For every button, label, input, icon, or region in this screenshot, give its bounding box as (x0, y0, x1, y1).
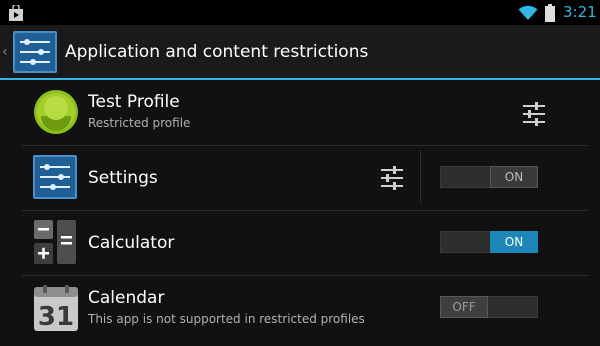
toggle-knob: ON (490, 166, 538, 188)
toggle-knob: ON (490, 231, 538, 253)
app-subtitle: This app is not supported in restricted … (88, 312, 365, 326)
profile-subtitle: Restricted profile (88, 116, 191, 130)
toggle-knob: OFF (440, 296, 488, 318)
toggle-calendar: OFF (440, 296, 538, 318)
clock: 3:21 (563, 3, 597, 21)
android-avatar-icon (34, 90, 78, 134)
action-bar-underline (0, 78, 600, 80)
play-store-icon (9, 5, 23, 21)
profile-settings-sliders-icon[interactable] (520, 100, 548, 128)
toggle-settings[interactable]: ON (440, 166, 538, 188)
calculator-app-icon (34, 220, 76, 264)
status-bar: 3:21 (0, 0, 600, 25)
app-name: Calendar (88, 288, 165, 308)
battery-icon (545, 4, 555, 22)
app-settings-sliders-icon[interactable] (378, 164, 406, 192)
app-name: Calculator (88, 233, 175, 253)
up-navigation-caret[interactable]: ‹ (2, 44, 8, 60)
settings-app-icon (33, 155, 77, 199)
wifi-icon (518, 5, 538, 20)
restrictions-sliders-icon[interactable] (13, 31, 57, 73)
profile-name: Test Profile (88, 92, 180, 112)
calendar-app-icon: 31 (34, 285, 78, 331)
calendar-day-number: 31 (38, 302, 74, 331)
vertical-separator (420, 150, 421, 204)
toggle-calculator[interactable]: ON (440, 231, 538, 253)
page-title: Application and content restrictions (65, 42, 369, 62)
app-name: Settings (88, 168, 158, 188)
